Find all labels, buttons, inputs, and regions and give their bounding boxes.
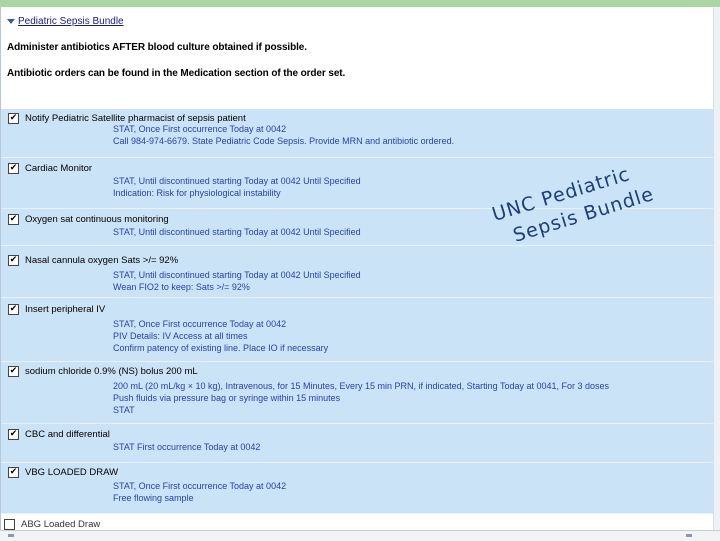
order-set-panel: Pediatric Sepsis Bundle Administer antib… [0,7,720,540]
order-checkbox[interactable]: ✔ [8,113,19,124]
order-checkbox[interactable]: ✔ [8,366,19,377]
order-item-nasal-cannula: ✔ Nasal cannula oxygen Sats >/= 92% STAT… [1,246,715,297]
order-item-sodium-chloride-bolus: ✔ sodium chloride 0.9% (NS) bolus 200 mL… [1,362,715,423]
order-detail-line: PIV Details: IV Access at all times [113,331,248,341]
order-checkbox[interactable]: ✔ [8,255,19,266]
order-detail-line: Push fluids via pressure bag or syringe … [113,393,341,403]
order-detail-line: STAT, Until discontinued starting Today … [113,270,361,280]
section-title[interactable]: Pediatric Sepsis Bundle [18,16,124,27]
order-detail-line: Confirm patency of existing line. Place … [113,343,329,353]
order-checkbox[interactable]: ✔ [8,163,19,174]
order-detail-line: STAT, Once First occurrence Today at 004… [113,481,287,491]
order-item-cbc: ✔ CBC and differential STAT First occurr… [1,424,715,462]
order-item-notify-pharmacist: ✔ Notify Pediatric Satellite pharmacist … [1,109,715,157]
order-checkbox[interactable] [4,519,15,530]
notice-antibiotic-orders-location: Antibiotic orders can be found in the Me… [7,68,346,79]
order-checkbox[interactable]: ✔ [8,467,19,478]
order-name[interactable]: Nasal cannula oxygen Sats >/= 92% [25,255,178,266]
order-detail-line: STAT, Once First occurrence Today at 004… [113,319,287,329]
order-name[interactable]: ABG Loaded Draw [21,519,100,530]
status-indicator-icon [686,534,692,537]
order-detail-line: STAT First occurrence Today at 0042 [113,442,261,452]
collapse-triangle-icon[interactable] [7,19,15,24]
order-name[interactable]: Cardiac Monitor [25,163,92,174]
order-checkbox[interactable]: ✔ [8,304,19,315]
order-name[interactable]: Insert peripheral IV [25,304,105,315]
order-name[interactable]: Oxygen sat continuous monitoring [25,214,169,225]
order-detail-line: Indication: Risk for physiological insta… [113,188,281,198]
section-header[interactable]: Pediatric Sepsis Bundle [7,14,124,28]
order-detail-line: Free flowing sample [113,493,194,503]
order-name[interactable]: CBC and differential [25,429,110,440]
order-detail-line: Call 984-974-6679. State Pediatric Code … [113,136,455,146]
order-item-peripheral-iv: ✔ Insert peripheral IV STAT, Once First … [1,298,715,361]
order-checkbox[interactable]: ✔ [8,429,19,440]
notice-antibiotics-after-culture: Administer antibiotics AFTER blood cultu… [7,42,307,53]
order-detail-line: STAT, Once First occurrence Today at 004… [113,124,287,134]
order-checkbox[interactable]: ✔ [8,214,19,225]
order-detail-line: STAT, Until discontinued starting Today … [113,176,361,186]
order-detail-line: Wean FIO2 to keep: Sats >/= 92% [113,282,250,292]
vertical-scrollbar[interactable] [713,7,720,540]
status-indicator-icon [8,534,14,537]
order-item-vbg-loaded-draw: ✔ VBG LOADED DRAW STAT, Once First occur… [1,463,715,513]
order-detail-line: 200 mL (20 mL/kg × 10 kg), Intravenous, … [113,381,610,391]
window-top-bar [0,0,720,7]
order-name[interactable]: VBG LOADED DRAW [25,467,118,478]
order-name[interactable]: sodium chloride 0.9% (NS) bolus 200 mL [25,366,198,377]
order-detail-line: STAT, Until discontinued starting Today … [113,227,361,237]
order-detail-line: STAT [113,405,135,415]
bottom-status-strip [0,530,720,541]
